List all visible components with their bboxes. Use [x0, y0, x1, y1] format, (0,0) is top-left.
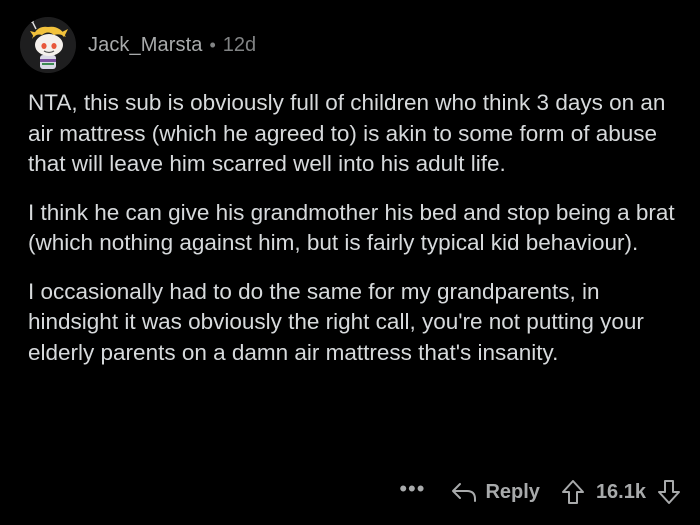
vote-score: 16.1k [595, 480, 646, 503]
comment-actions: ••• Reply 16.1k [399, 474, 682, 510]
comment-paragraph: NTA, this sub is obviously full of child… [28, 90, 666, 176]
comment-age: 12d [222, 33, 257, 56]
more-options-button[interactable]: ••• [399, 478, 425, 506]
comment-paragraph: I think he can give his grandmother his … [28, 199, 675, 256]
meta-separator: • [209, 34, 216, 55]
upvote-arrow-icon[interactable] [560, 479, 586, 505]
comment-paragraph: I occasionally had to do the same for my… [28, 278, 644, 365]
reply-arrow-icon [452, 483, 477, 502]
snoo-avatar-icon [20, 17, 76, 73]
comment-body: NTA, this sub is obviously full of child… [28, 88, 678, 386]
reply-button[interactable]: Reply [451, 480, 540, 504]
comment-header: Jack_Marsta • 12d [20, 14, 256, 76]
downvote-arrow-icon[interactable] [656, 479, 682, 505]
comment: Jack_Marsta • 12d NTA, this sub is obvio… [0, 0, 700, 525]
user-avatar[interactable] [20, 17, 76, 73]
reply-label: Reply [485, 480, 540, 503]
comment-author[interactable]: Jack_Marsta [88, 34, 202, 57]
vote-controls: 16.1k [560, 479, 682, 505]
